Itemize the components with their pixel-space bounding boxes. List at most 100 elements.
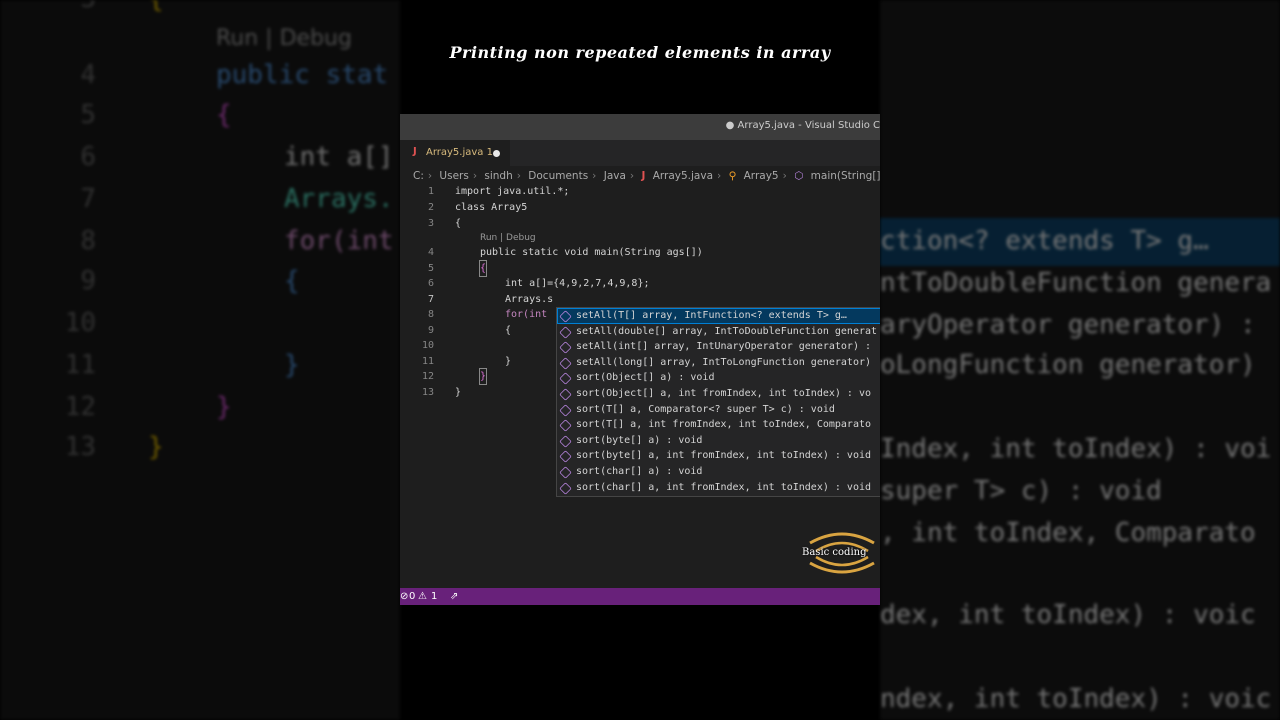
tab-array5-java[interactable]: J Array5.java 1 (400, 140, 510, 166)
suggestion-item[interactable]: sort(char[] a) : void (557, 464, 880, 480)
line-text: class Array5 (455, 202, 528, 213)
line-number: 13 (421, 387, 434, 398)
method-icon (559, 310, 572, 323)
line-text: for(int (505, 309, 548, 320)
code-line: 5 { (400, 260, 880, 277)
code-line: 6 int a[]={4,9,2,7,4,9,8}; (400, 276, 880, 291)
suggestion-item[interactable]: sort(char[] a, int fromIndex, int toInde… (557, 480, 880, 496)
java-file-icon: J (413, 146, 417, 157)
bg-line-number: 13 (64, 432, 96, 462)
bg-code: { (216, 100, 232, 130)
suggestion-item[interactable]: setAll(double[] array, IntToDoubleFuncti… (557, 324, 880, 340)
codelens-run-debug[interactable]: Run | Debug (480, 233, 536, 243)
video-title: Printing non repeated elements in array (449, 43, 831, 62)
method-icon (559, 450, 572, 464)
line-text: } (455, 387, 462, 398)
code-line: 7 Arrays.s (400, 292, 880, 307)
title-bar: ● Array5.java - Visual Studio C (400, 114, 880, 140)
bg-suggest-line: , int toIndex, Comparato (880, 518, 1256, 548)
breadcrumb-item[interactable]: main(String[]) (811, 170, 880, 182)
line-number: 7 (427, 294, 434, 305)
bg-suggest-line: ntToDoubleFunction genera (880, 268, 1272, 298)
line-number: 6 (427, 278, 434, 289)
breadcrumb-item[interactable]: Java (604, 170, 626, 182)
bg-line-number: 4 (80, 60, 96, 90)
bg-code: { (148, 0, 164, 14)
chevron-right-icon: › (629, 170, 635, 182)
autocomplete-suggest-widget[interactable]: setAll(T[] array, IntFunction<? extends … (556, 307, 880, 497)
line-text: int a[]={4,9,2,7,4,9,8}; (505, 278, 650, 289)
tab-label: Array5.java 1 (426, 147, 493, 158)
bg-line-number: 11 (64, 350, 96, 380)
chevron-right-icon: › (472, 170, 478, 182)
suggestion-item[interactable]: sort(Object[] a) : void (557, 370, 880, 386)
suggestion-item[interactable]: setAll(T[] array, IntFunction<? extends … (557, 308, 880, 324)
suggestion-label: sort(T[] a, int fromIndex, int toIndex, … (576, 419, 872, 431)
method-icon (559, 403, 572, 417)
bg-code: } (216, 392, 232, 422)
line-number: 1 (427, 186, 434, 197)
bg-suggest-line: aryOperator generator) : (880, 310, 1256, 340)
breadcrumb-item[interactable]: Documents (528, 170, 588, 182)
suggestion-label: sort(Object[] a) : void (576, 372, 715, 384)
method-icon (559, 357, 572, 370)
suggestion-item[interactable]: setAll(int[] array, IntUnaryOperator gen… (557, 339, 880, 355)
method-icon: ⬡ (794, 170, 804, 182)
breadcrumb-item[interactable]: C: (413, 170, 424, 182)
suggestion-label: setAll(T[] array, IntFunction<? extends … (576, 310, 847, 321)
breadcrumb-item[interactable]: Array5 (744, 170, 779, 182)
method-icon (559, 481, 572, 495)
method-icon (559, 466, 572, 479)
bg-code: } (148, 432, 164, 462)
warning-icon[interactable]: ⚠ (418, 591, 427, 602)
suggestion-item[interactable]: sort(byte[] a, int fromIndex, int toInde… (557, 448, 880, 464)
line-text: { (505, 325, 512, 336)
bg-suggest-line: ndex, int toIndex) : voic (880, 684, 1272, 714)
suggestion-label: sort(T[] a, Comparator<? super T> c) : v… (576, 403, 835, 415)
bg-suggest-line: dex, int toIndex) : voic (880, 600, 1256, 630)
line-text: } (505, 356, 512, 367)
bg-line-number: 10 (64, 308, 96, 338)
chevron-right-icon: › (717, 170, 722, 182)
breadcrumb-item[interactable]: sindh (484, 170, 512, 182)
bg-line-number: 5 (80, 100, 96, 130)
bg-line-number: 7 (80, 184, 96, 214)
vscode-window: ● Array5.java - Visual Studio C J Array5… (400, 114, 880, 605)
suggestion-item[interactable]: sort(Object[] a, int fromIndex, int toIn… (557, 386, 880, 402)
suggestion-item[interactable]: sort(T[] a, Comparator<? super T> c) : v… (557, 402, 880, 418)
warning-count[interactable]: 1 (431, 591, 437, 602)
unsaved-dot-icon[interactable] (493, 150, 500, 157)
line-text: Arrays.s (505, 294, 554, 305)
line-number: 4 (427, 247, 434, 258)
suggestion-item[interactable]: sort(byte[] a) : void (557, 433, 880, 449)
bg-suggest-line: Index, int toIndex) : voi (880, 434, 1272, 464)
suggestion-label: setAll(double[] array, IntToDoubleFuncti… (576, 325, 878, 337)
background-left-blur: Run | Debug 3 4 5 6 7 8 9 10 11 12 13 { … (0, 0, 400, 720)
error-icon[interactable]: ⊘ (400, 591, 408, 602)
bg-suggest-line: ction<? extends T> g… (880, 226, 1209, 256)
chevron-right-icon: › (427, 170, 433, 182)
suggestion-label: sort(char[] a) : void (576, 466, 703, 477)
error-count[interactable]: 0 (409, 591, 415, 602)
line-text: } (478, 368, 488, 385)
suggestion-label: sort(byte[] a) : void (576, 434, 703, 446)
breadcrumb-item[interactable]: Array5.java (653, 170, 713, 182)
suggestion-item[interactable]: setAll(long[] array, IntToLongFunction g… (557, 355, 880, 371)
bg-line-number: 3 (56, 0, 96, 14)
bg-suggest-line: super T> c) : void (880, 476, 1162, 506)
bg-code: for(int (284, 226, 394, 256)
bg-suggest-line: oLongFunction generator) (880, 350, 1256, 380)
bg-line-number: 8 (80, 226, 96, 256)
live-share-icon[interactable]: ⇗ (450, 591, 458, 602)
bg-code: } (284, 350, 300, 380)
tab-bar: J Array5.java 1 (400, 140, 880, 166)
bg-line-number: 6 (80, 142, 96, 172)
breadcrumb-item[interactable]: Users (439, 170, 468, 182)
method-icon (559, 435, 572, 448)
method-icon (559, 325, 572, 339)
bg-code: Arrays. (284, 184, 394, 214)
bg-code: public stat (216, 60, 389, 90)
line-text: public static void main(String ags[]) (480, 247, 703, 258)
line-number: 12 (421, 371, 434, 382)
suggestion-item[interactable]: sort(T[] a, int fromIndex, int toIndex, … (557, 417, 880, 433)
